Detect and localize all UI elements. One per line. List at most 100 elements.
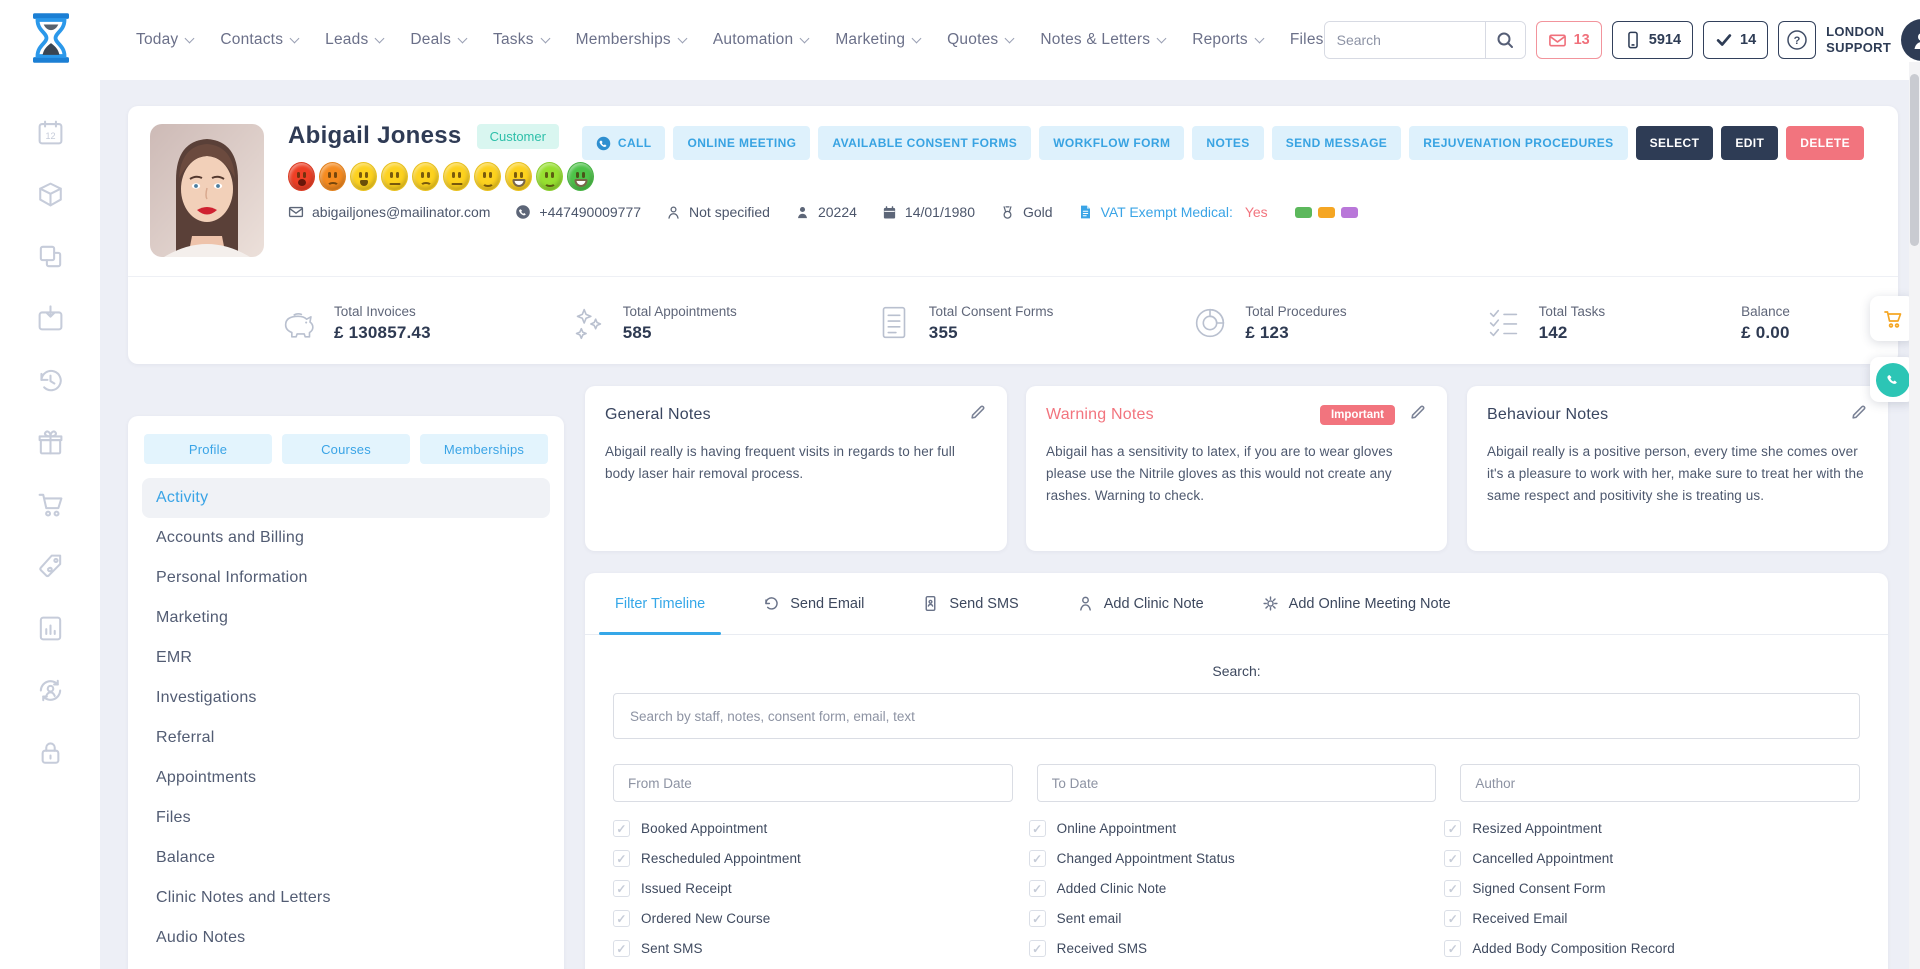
filter-checkbox-item[interactable]: Received Email [1444,910,1860,927]
nav-item[interactable]: Contacts [220,31,298,49]
client-sync-icon[interactable] [36,676,65,705]
cart-icon[interactable] [36,490,65,519]
client-photo[interactable] [150,124,264,257]
mood-emoji[interactable] [505,162,532,191]
panel-menu-item[interactable]: Drinks [142,958,550,969]
tasks-badge[interactable]: 14 [1703,21,1768,59]
user-avatar[interactable] [1901,19,1920,61]
edit-warning-notes-button[interactable] [1409,403,1427,426]
panel-menu-item[interactable]: Audio Notes [142,918,550,958]
nav-item[interactable]: Automation [713,31,808,49]
filter-checkbox-item[interactable]: Rescheduled Appointment [613,850,1029,867]
app-logo-hourglass-icon[interactable] [24,11,78,70]
filter-checkbox-item[interactable]: Sent email [1029,910,1445,927]
nav-item[interactable]: Marketing [835,31,920,49]
duplicate-icon[interactable] [36,242,65,271]
action-button[interactable]: ONLINE MEETING [673,126,810,160]
mood-emoji[interactable] [443,162,470,191]
panel-menu-item[interactable]: Personal Information [142,558,550,598]
filter-checkbox-item[interactable]: Sent SMS [613,940,1029,957]
filter-checkbox-item[interactable]: Ordered New Course [613,910,1029,927]
global-search-input[interactable] [1325,22,1485,58]
mood-emoji[interactable] [567,162,594,191]
filter-checkbox-item[interactable]: Cancelled Appointment [1444,850,1860,867]
phone-calls-badge[interactable]: 5914 [1612,21,1693,59]
timeline-search-input[interactable] [613,693,1860,739]
filter-checkbox-item[interactable]: Changed Appointment Status [1029,850,1445,867]
client-email[interactable]: abigailjones@mailinator.com [288,204,490,220]
tab-add-online-meeting-note[interactable]: Add Online Meeting Note [1262,573,1451,634]
panel-menu-item[interactable]: Accounts and Billing [142,518,550,558]
filter-checkbox-item[interactable]: Signed Consent Form [1444,880,1860,897]
mood-emoji[interactable] [536,162,563,191]
filter-checkbox-item[interactable]: Issued Receipt [613,880,1029,897]
author-input[interactable] [1460,764,1860,802]
panel-menu-item[interactable]: Appointments [142,758,550,798]
package-icon[interactable] [36,180,65,209]
panel-tab[interactable]: Profile [144,434,272,464]
from-date-input[interactable] [613,764,1013,802]
history-icon[interactable] [36,366,65,395]
action-button[interactable]: NOTES [1192,126,1263,160]
gift-icon[interactable] [36,428,65,457]
edit-button[interactable]: EDIT [1721,126,1778,160]
panel-menu-item[interactable]: Files [142,798,550,838]
client-phone[interactable]: +447490009777 [515,204,641,220]
nav-item[interactable]: Reports [1192,31,1263,49]
panel-tab[interactable]: Courses [282,434,410,464]
scrollbar-thumb[interactable] [1910,74,1919,246]
tab-send-email[interactable]: Send Email [763,573,864,634]
nav-item[interactable]: Memberships [576,31,686,49]
panel-menu-item[interactable]: Clinic Notes and Letters [142,878,550,918]
nav-item[interactable]: Today [136,31,193,49]
filter-checkbox-item[interactable]: Added Clinic Note [1029,880,1445,897]
color-tag[interactable] [1318,207,1335,218]
panel-menu-item[interactable]: Investigations [142,678,550,718]
action-button[interactable]: REJUVENATION PROCEDURES [1409,126,1627,160]
filter-checkbox-item[interactable]: Online Appointment [1029,820,1445,837]
color-tag[interactable] [1295,207,1312,218]
mood-emoji[interactable] [319,162,346,191]
select-button[interactable]: SELECT [1636,126,1714,160]
panel-menu-item[interactable]: Referral [142,718,550,758]
action-button[interactable]: WORKFLOW FORM [1039,126,1184,160]
action-button[interactable]: AVAILABLE CONSENT FORMS [818,126,1031,160]
panel-menu-item[interactable]: Activity [142,478,550,518]
nav-item[interactable]: Deals [410,31,466,49]
filter-checkbox-item[interactable]: Received SMS [1029,940,1445,957]
filter-checkbox-item[interactable]: Resized Appointment [1444,820,1860,837]
filter-checkbox-item[interactable]: Booked Appointment [613,820,1029,837]
mood-emoji[interactable] [350,162,377,191]
price-tag-icon[interactable] [36,552,65,581]
panel-menu-item[interactable]: Marketing [142,598,550,638]
nav-item[interactable]: Quotes [947,31,1013,49]
email-notifications-badge[interactable]: 13 [1536,21,1602,59]
nav-item[interactable]: Notes & Letters [1040,31,1165,49]
nav-item[interactable]: Tasks [493,31,549,49]
nav-item-files[interactable]: Files [1290,31,1324,49]
panel-menu-item[interactable]: Balance [142,838,550,878]
edit-general-notes-button[interactable] [969,403,987,426]
page-scrollbar[interactable] [1909,62,1920,969]
action-button[interactable]: SEND MESSAGE [1272,126,1402,160]
report-chart-icon[interactable] [36,614,65,643]
calendar-icon[interactable]: 12 [36,118,65,147]
help-button[interactable]: ? [1778,21,1816,59]
call-button[interactable]: CALL [582,126,666,160]
panel-tab[interactable]: Memberships [420,434,548,464]
filter-checkbox-item[interactable]: Added Body Composition Record [1444,940,1860,957]
search-button[interactable] [1485,22,1525,58]
mood-emoji[interactable] [381,162,408,191]
tab-filter-timeline[interactable]: Filter Timeline [615,573,705,634]
calendar-download-icon[interactable] [36,304,65,333]
delete-button[interactable]: DELETE [1786,126,1864,160]
to-date-input[interactable] [1037,764,1437,802]
tab-add-clinic-note[interactable]: Add Clinic Note [1077,573,1204,634]
nav-item[interactable]: Leads [325,31,383,49]
mood-emoji[interactable] [288,162,315,191]
tab-send-sms[interactable]: Send SMS [922,573,1018,634]
panel-menu-item[interactable]: EMR [142,638,550,678]
mood-emoji[interactable] [412,162,439,191]
lock-icon[interactable] [36,738,65,767]
mood-emoji[interactable] [474,162,501,191]
